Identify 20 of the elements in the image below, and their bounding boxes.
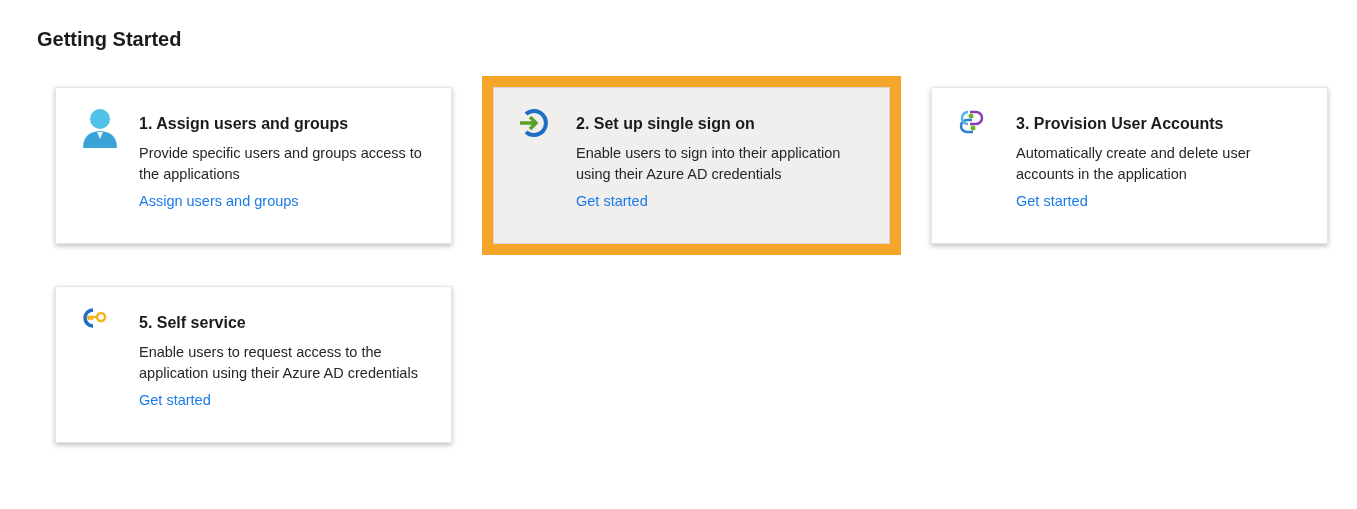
page-heading: Getting Started	[37, 27, 183, 52]
card-link[interactable]: Assign users and groups	[139, 191, 299, 212]
card-title: 5. Self service	[139, 313, 247, 333]
card[interactable]: 1. Assign users and groups Provide specific users and groups access to the applications Assign users and groups	[55, 87, 452, 244]
user-icon	[81, 108, 119, 148]
card-title: 3. Provision User Accounts	[1016, 114, 1225, 134]
key-icon	[81, 307, 107, 329]
card-description: Enable users to sign into their application using their Azure AD credentials	[576, 144, 842, 184]
card[interactable]: 3. Provision User Accounts Automatically create and delete user accounts in the application Get started	[931, 87, 1328, 244]
card-description: Enable users to request access to the application using their Azure AD credentials	[139, 343, 419, 383]
card-description: Automatically create and delete user accounts in the application	[1016, 144, 1252, 184]
card[interactable]: 5. Self service Enable users to request access to the application using their Azure AD credentials Get started	[55, 286, 452, 443]
card-description: Provide specific users and groups access to the applications	[139, 144, 423, 184]
provision-icon	[958, 108, 986, 136]
sign-in-icon	[518, 108, 548, 138]
card-link[interactable]: Get started	[139, 390, 211, 411]
card-link[interactable]: Get started	[1016, 191, 1088, 212]
card-link[interactable]: Get started	[576, 191, 648, 212]
card-title: 2. Set up single sign on	[576, 114, 756, 134]
card-title: 1. Assign users and groups	[139, 114, 350, 134]
